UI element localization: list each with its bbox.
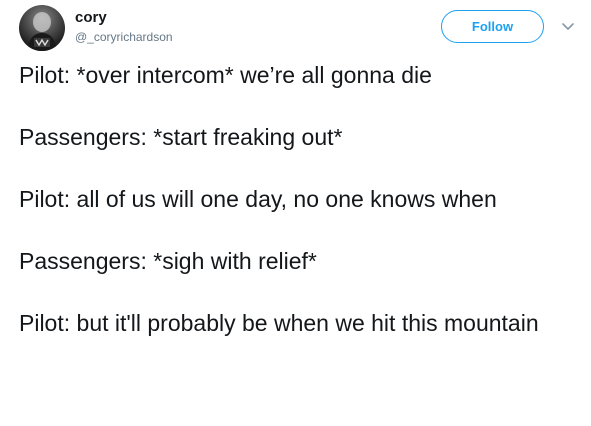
tweet-line: Pilot: all of us will one day, no one kn… (19, 186, 497, 212)
tweet-card: cory @_coryrichardson Follow Pilot: *ove… (0, 0, 591, 426)
user-display-name[interactable]: cory (75, 9, 107, 27)
user-handle[interactable]: @_coryrichardson (75, 30, 173, 45)
tweet-line: Pilot: but it'll probably be when we hit… (19, 310, 539, 336)
chevron-down-icon[interactable] (560, 18, 576, 34)
avatar[interactable] (19, 5, 65, 51)
tweet-text: Pilot: *over intercom* we’re all gonna d… (19, 60, 579, 338)
tweet-line: Passengers: *start freaking out* (19, 124, 343, 150)
tweet-line: Pilot: *over intercom* we’re all gonna d… (19, 62, 432, 88)
follow-button[interactable]: Follow (441, 10, 544, 43)
avatar-image (27, 12, 57, 51)
tweet-line: Passengers: *sigh with relief* (19, 248, 317, 274)
